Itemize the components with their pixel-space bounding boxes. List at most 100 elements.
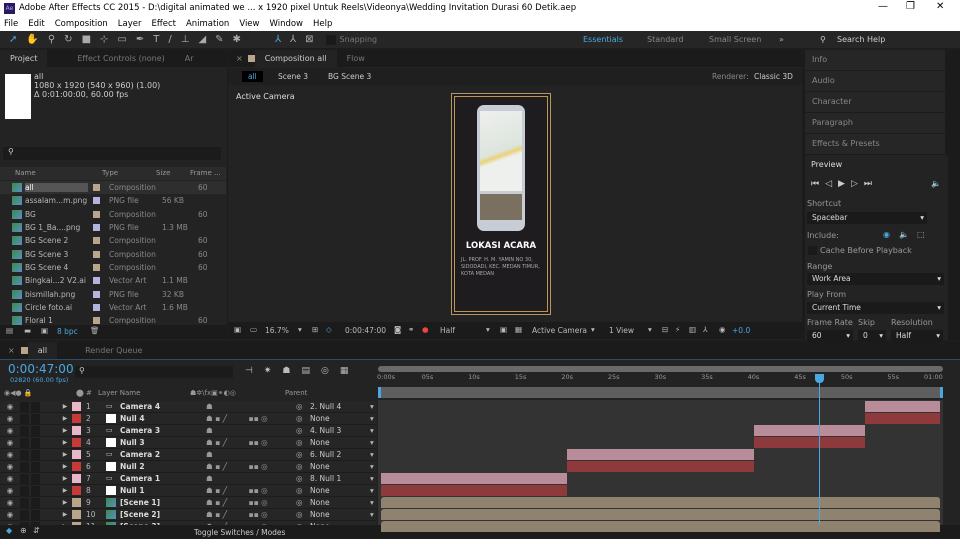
menu-window[interactable]: Window (269, 19, 303, 29)
layer-switches[interactable]: ☗ ▪ ╱ ▪▪ ◎ (206, 414, 296, 423)
exposure-value[interactable]: +0.0 (732, 326, 750, 335)
label-color-swatch[interactable] (93, 184, 100, 192)
timeline-current-time[interactable]: 0:00:47:00 (8, 362, 74, 376)
hand-tool-icon[interactable]: ✋ (26, 34, 38, 45)
parent-select[interactable]: None (310, 510, 370, 519)
layer-row[interactable]: ◉ ▶ 6 Null 2 ☗ ▪ ╱ ▪▪ ◎ ◎ None ▾ (0, 461, 376, 473)
rotate-tool-icon[interactable]: ↻ (64, 34, 72, 45)
shy-layers-icon[interactable]: ☗ (282, 366, 301, 376)
twirl-arrow-icon[interactable]: ▶ (58, 487, 72, 494)
magnification-select[interactable]: 16.7% (265, 326, 289, 335)
twirl-arrow-icon[interactable]: ▶ (58, 403, 72, 410)
snapping-checkbox[interactable] (325, 34, 336, 45)
view-axis-icon[interactable]: ⊠ (305, 34, 313, 45)
play-icon[interactable]: ▶ (838, 179, 851, 189)
breadcrumb-bg-scene-3[interactable]: BG Scene 3 (328, 72, 371, 81)
layer-row[interactable]: ◉ ▶ 2 Null 4 ☗ ▪ ╱ ▪▪ ◎ ◎ None ▾ (0, 413, 376, 425)
pick-whip-icon[interactable]: ◎ (296, 462, 310, 471)
transparency-grid-icon[interactable]: ▦ (515, 325, 522, 334)
include-audio-icon[interactable]: 🔈 (899, 230, 909, 239)
visibility-eye-icon[interactable]: ◉ (0, 414, 20, 423)
comp-viewer[interactable]: LOKASI ACARA JL. PROF. H. M. YAMIN NO 30… (451, 93, 551, 315)
project-item[interactable]: BG 1_Ba....png PNG file 1.3 MB (0, 221, 226, 234)
panel-paragraph[interactable]: Paragraph (805, 113, 945, 133)
timeline-icon[interactable]: ▥ (689, 325, 696, 334)
label-color-swatch[interactable] (93, 224, 100, 232)
twirl-arrow-icon[interactable]: ▶ (58, 427, 72, 434)
in-out-icon[interactable]: ⇵ (33, 526, 40, 535)
chevron-down-icon[interactable]: ▾ (370, 426, 374, 435)
tab-timeline-all[interactable]: all (27, 342, 58, 359)
tab-render-queue[interactable]: Render Queue (75, 346, 152, 355)
label-color-swatch[interactable] (93, 197, 100, 205)
twirl-arrow-icon[interactable]: ▶ (58, 511, 72, 518)
chevron-down-icon[interactable]: ▾ (370, 414, 374, 423)
twirl-arrow-icon[interactable]: ▶ (58, 475, 72, 482)
tab-flow[interactable]: Flow (337, 54, 375, 63)
chevron-down-icon[interactable]: ▾ (486, 325, 490, 334)
twirl-arrow-icon[interactable]: ▶ (58, 415, 72, 422)
skip-select[interactable]: 0 ▾ (858, 330, 886, 342)
brush-tool-icon[interactable]: / (168, 34, 171, 45)
local-axis-icon[interactable]: ⅄ (275, 34, 281, 45)
type-tool-icon[interactable]: T (153, 34, 159, 45)
label-color-swatch[interactable] (93, 290, 100, 298)
panel-effects-presets[interactable]: Effects & Presets (805, 134, 945, 154)
col-frame[interactable]: Frame ... (190, 169, 221, 177)
twirl-arrow-icon[interactable]: ▶ (58, 451, 72, 458)
layer-duration-bar[interactable] (567, 461, 754, 472)
project-item[interactable]: Bingkai...2 V2.ai Vector Art 1.1 MB (0, 274, 226, 287)
label-color-swatch[interactable] (93, 210, 100, 218)
close-tab-icon[interactable]: × (236, 54, 243, 63)
toggle-switches-modes-button[interactable]: Toggle Switches / Modes (194, 528, 285, 537)
grid-icon[interactable]: ⊞ (312, 325, 318, 334)
layer-row[interactable]: ◉ ▶ 3 ▭ Camera 3 ☗ ◎ 4. Null 3 ▾ (0, 425, 376, 437)
chevron-down-icon[interactable]: ▾ (370, 510, 374, 519)
layer-switches[interactable]: ☗ ▪ ╱ ▪▪ ◎ (206, 462, 296, 471)
tab-effect-controls[interactable]: Effect Controls (none) (67, 54, 174, 63)
resolution-preview-select[interactable]: Half ▾ (891, 330, 943, 342)
project-item[interactable]: assalam...m.png PNG file 56 KB (0, 194, 226, 207)
frame-blending-icon[interactable]: ▤ (301, 366, 321, 376)
menu-file[interactable]: File (4, 19, 18, 29)
layer-name-header[interactable]: Layer Name (98, 389, 140, 397)
twirl-arrow-icon[interactable]: ▶ (58, 463, 72, 470)
layer-row[interactable]: ◉ ▶ 1 ▭ Camera 4 ☗ ◎ 2. Null 4 ▾ (0, 401, 376, 413)
parent-select[interactable]: None (310, 414, 370, 423)
chevron-down-icon[interactable]: ▾ (591, 325, 595, 334)
camera-select[interactable]: Active Camera (532, 326, 587, 335)
comp-mini-flowchart-icon[interactable]: ⊣ (245, 366, 264, 376)
panel-info[interactable]: Info (805, 50, 945, 70)
pick-whip-icon[interactable]: ◎ (296, 426, 310, 435)
graph-editor-icon[interactable]: ▦ (340, 366, 360, 376)
rectangle-tool-icon[interactable]: ▭ (117, 34, 126, 45)
panel-character[interactable]: Character (805, 92, 945, 112)
layer-switches-icon[interactable]: ◆ (6, 526, 12, 535)
pixel-aspect-icon[interactable]: ⊟ (662, 325, 668, 334)
renderer-select[interactable]: Classic 3D (754, 72, 793, 81)
layer-duration-bar[interactable] (753, 437, 866, 448)
visibility-eye-icon[interactable]: ◉ (0, 426, 20, 435)
playhead[interactable] (818, 376, 820, 525)
layer-row[interactable]: ◉ ▶ 8 Null 1 ☗ ▪ ╱ ▪▪ ◎ ◎ None ▾ (0, 485, 376, 497)
layer-duration-bar[interactable] (753, 425, 866, 436)
parent-select[interactable]: 8. Null 1 (310, 474, 370, 483)
close-tab-icon[interactable]: × (8, 346, 15, 355)
parent-select[interactable]: 2. Null 4 (310, 402, 370, 411)
layer-name[interactable]: Camera 1 (120, 474, 206, 483)
layer-switches[interactable]: ☗ ▪ ╱ ▪▪ ◎ (206, 510, 296, 519)
chevron-down-icon[interactable]: ▾ (370, 498, 374, 507)
layer-switches[interactable]: ☗ (206, 474, 296, 483)
layer-row[interactable]: ◉ ▶ 4 Null 3 ☗ ▪ ╱ ▪▪ ◎ ◎ None ▾ (0, 437, 376, 449)
menu-composition[interactable]: Composition (55, 19, 108, 29)
label-color-swatch[interactable] (93, 317, 100, 325)
current-time-indicator[interactable] (814, 374, 824, 383)
pan-behind-tool-icon[interactable]: ⊹ (100, 34, 108, 45)
layer-name[interactable]: Null 2 (120, 462, 206, 471)
region-of-interest-icon[interactable]: ▣ (500, 325, 507, 334)
pick-whip-icon[interactable]: ◎ (296, 402, 310, 411)
timeline-search-input[interactable]: ⚲ (75, 366, 233, 378)
channels-icon[interactable]: ● (422, 325, 429, 334)
parent-select[interactable]: None (310, 486, 370, 495)
parent-select[interactable]: None (310, 498, 370, 507)
